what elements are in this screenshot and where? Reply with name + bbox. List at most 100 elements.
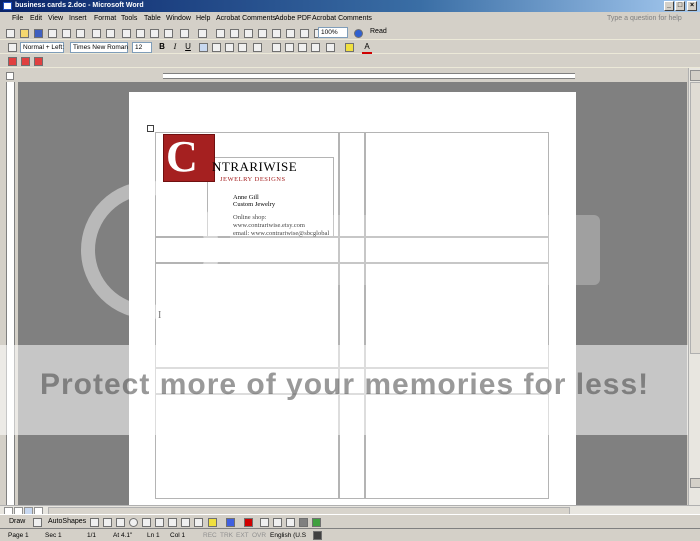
vertical-ruler[interactable] xyxy=(6,82,15,505)
word-document-icon[interactable] xyxy=(3,2,12,10)
highlight-icon[interactable] xyxy=(345,43,354,52)
spacer-cell[interactable] xyxy=(339,132,365,237)
drawing-icon[interactable] xyxy=(286,29,295,38)
draw-menu[interactable]: Draw xyxy=(9,518,25,525)
open-folder-icon[interactable] xyxy=(20,29,29,38)
new-document-icon[interactable] xyxy=(6,29,15,38)
bold-button[interactable]: B xyxy=(157,42,167,52)
menu-help[interactable]: Help xyxy=(196,15,210,22)
wordart-icon[interactable] xyxy=(155,518,164,527)
columns-icon[interactable] xyxy=(272,29,281,38)
line-icon[interactable] xyxy=(90,518,99,527)
status-trk[interactable]: TRK xyxy=(220,532,233,539)
arrow-style-icon[interactable] xyxy=(286,518,295,527)
permission-icon[interactable] xyxy=(48,29,57,38)
align-right-icon[interactable] xyxy=(225,43,234,52)
fill-color-icon[interactable] xyxy=(208,518,217,527)
vertical-scrollbar[interactable] xyxy=(688,68,700,505)
zoom-dropdown[interactable]: 100% xyxy=(318,27,348,38)
line-spacing-icon[interactable] xyxy=(253,43,262,52)
research-icon[interactable] xyxy=(106,29,115,38)
acrobat-convert-icon[interactable] xyxy=(8,57,17,66)
menu-view[interactable]: View xyxy=(48,15,63,22)
copy-icon[interactable] xyxy=(136,29,145,38)
tables-borders-icon[interactable] xyxy=(230,29,239,38)
insert-table-icon[interactable] xyxy=(244,29,253,38)
spacer-cell[interactable] xyxy=(155,237,339,263)
paste-icon[interactable] xyxy=(150,29,159,38)
text-box-icon[interactable] xyxy=(142,518,151,527)
font-size-dropdown[interactable]: 12 xyxy=(132,42,152,53)
rectangle-icon[interactable] xyxy=(116,518,125,527)
picture-icon[interactable] xyxy=(194,518,203,527)
numbering-icon[interactable] xyxy=(272,43,281,52)
print-icon[interactable] xyxy=(62,29,71,38)
justify-icon[interactable] xyxy=(238,43,247,52)
document-map-icon[interactable] xyxy=(300,29,309,38)
maximize-button[interactable]: □ xyxy=(675,1,685,11)
help-icon[interactable] xyxy=(354,29,363,38)
style-dropdown[interactable]: Normal + Left: xyxy=(20,42,64,53)
card-cell[interactable] xyxy=(365,132,549,237)
decrease-indent-icon[interactable] xyxy=(298,43,307,52)
menu-table[interactable]: Table xyxy=(144,15,161,22)
spacer-cell[interactable] xyxy=(365,237,549,263)
status-rec[interactable]: REC xyxy=(203,532,217,539)
acrobat-review-icon[interactable] xyxy=(34,57,43,66)
3d-style-icon[interactable] xyxy=(312,518,321,527)
status-ext[interactable]: EXT xyxy=(236,532,249,539)
redo-icon[interactable] xyxy=(198,29,207,38)
arrow-icon[interactable] xyxy=(103,518,112,527)
menu-edit[interactable]: Edit xyxy=(30,15,42,22)
italic-button[interactable]: I xyxy=(170,42,180,52)
shadow-style-icon[interactable] xyxy=(299,518,308,527)
horizontal-scrollbar[interactable] xyxy=(0,505,700,515)
styles-formatting-icon[interactable] xyxy=(8,43,17,52)
scroll-down-icon[interactable] xyxy=(690,478,700,488)
bullets-icon[interactable] xyxy=(285,43,294,52)
read-button[interactable]: Read xyxy=(370,28,387,35)
menu-format[interactable]: Format xyxy=(94,15,116,22)
format-painter-icon[interactable] xyxy=(164,29,173,38)
print-preview-icon[interactable] xyxy=(76,29,85,38)
spelling-status-icon[interactable] xyxy=(313,531,322,540)
menu-adobe-pdf[interactable]: Adobe PDF xyxy=(275,15,311,22)
align-left-icon[interactable] xyxy=(199,43,208,52)
cut-icon[interactable] xyxy=(122,29,131,38)
insert-excel-icon[interactable] xyxy=(258,29,267,38)
table-move-handle-icon[interactable] xyxy=(147,125,154,132)
oval-icon[interactable] xyxy=(129,518,138,527)
select-objects-icon[interactable] xyxy=(33,518,42,527)
menu-insert[interactable]: Insert xyxy=(69,15,87,22)
spacer-cell[interactable] xyxy=(339,237,365,263)
center-icon[interactable] xyxy=(212,43,221,52)
tab-selector-icon[interactable] xyxy=(6,72,14,80)
hyperlink-icon[interactable] xyxy=(216,29,225,38)
horizontal-ruler[interactable] xyxy=(163,73,575,79)
clip-art-icon[interactable] xyxy=(181,518,190,527)
help-search-box[interactable]: Type a question for help xyxy=(607,15,682,22)
outside-border-icon[interactable] xyxy=(326,43,335,52)
menu-window[interactable]: Window xyxy=(166,15,191,22)
font-color-button[interactable]: A xyxy=(362,42,372,54)
menu-file[interactable]: File xyxy=(12,15,23,22)
diagram-icon[interactable] xyxy=(168,518,177,527)
save-icon[interactable] xyxy=(34,29,43,38)
increase-indent-icon[interactable] xyxy=(311,43,320,52)
minimize-button[interactable]: _ xyxy=(664,1,674,11)
autoshapes-menu[interactable]: AutoShapes xyxy=(48,518,86,525)
spelling-icon[interactable] xyxy=(92,29,101,38)
scroll-up-icon[interactable] xyxy=(690,70,700,81)
status-ovr[interactable]: OVR xyxy=(252,532,266,539)
scroll-thumb[interactable] xyxy=(690,82,700,354)
menu-tools[interactable]: Tools xyxy=(121,15,137,22)
underline-button[interactable]: U xyxy=(183,42,193,52)
menu-acrobat-comments-2[interactable]: Acrobat Comments xyxy=(312,15,372,22)
menu-acrobat-comments[interactable]: Acrobat Comments xyxy=(216,15,276,22)
line-style-icon[interactable] xyxy=(260,518,269,527)
line-color-icon[interactable] xyxy=(226,518,235,527)
acrobat-email-icon[interactable] xyxy=(21,57,30,66)
undo-icon[interactable] xyxy=(180,29,189,38)
dash-style-icon[interactable] xyxy=(273,518,282,527)
close-button[interactable]: × xyxy=(687,1,697,11)
